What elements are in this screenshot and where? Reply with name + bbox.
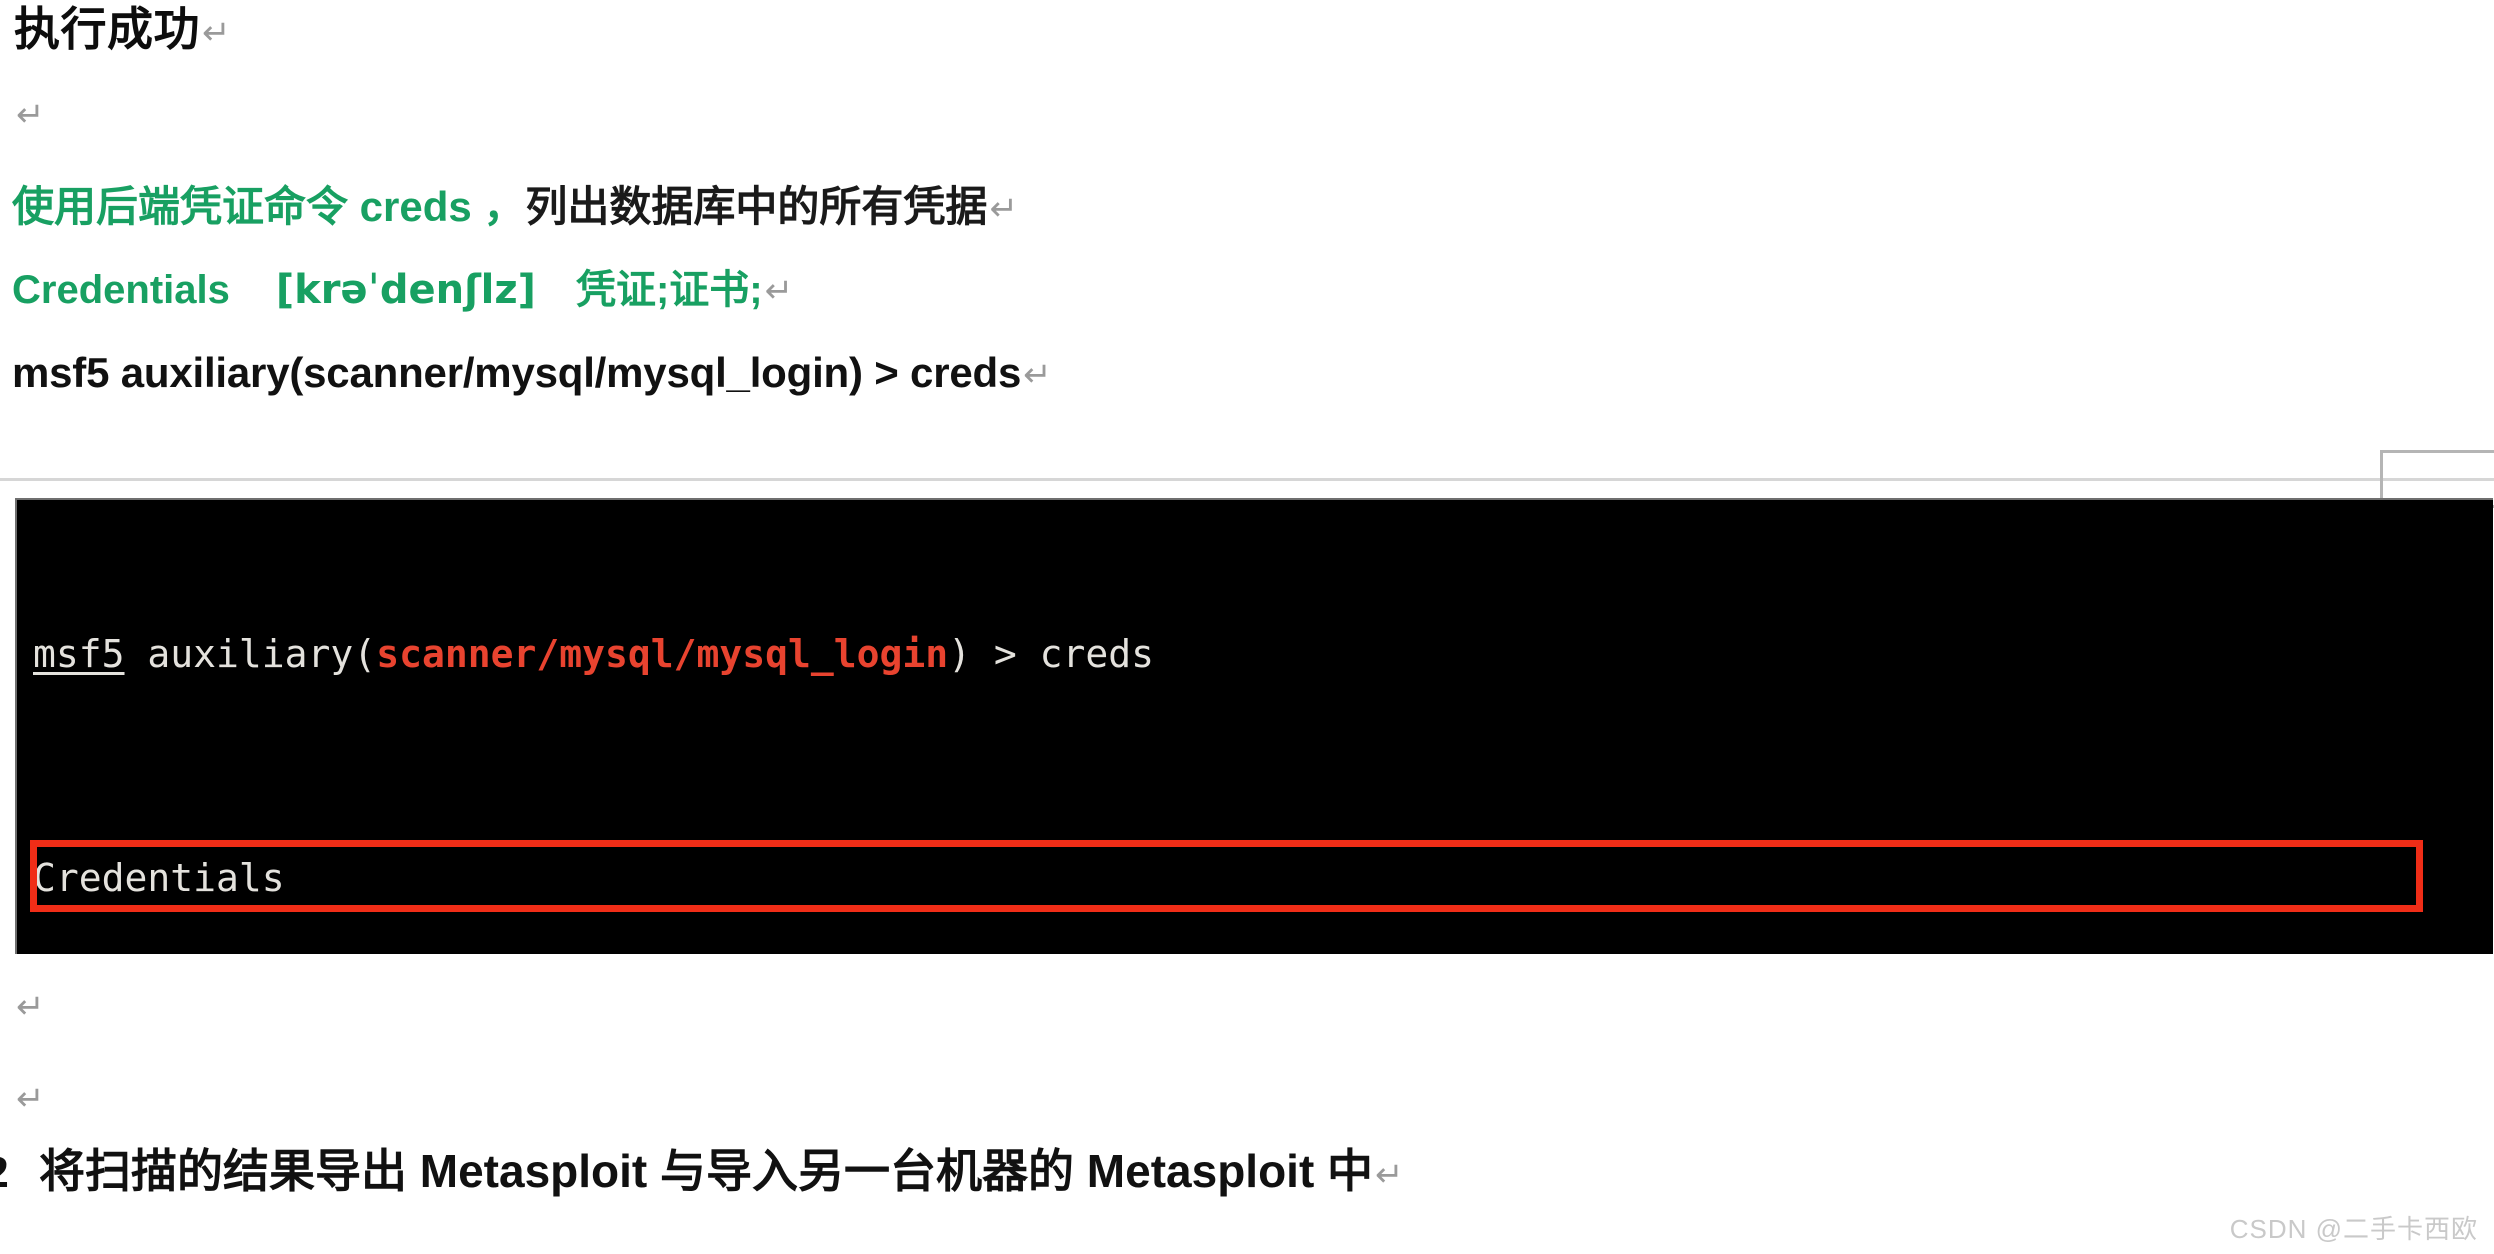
- green-instruction-green-part: 使用后端凭证命令 creds ，: [12, 183, 526, 230]
- document-prompt-text: msf5 auxiliary(scanner/mysql/mysql_login…: [12, 349, 1022, 396]
- vocab-word: Credentials: [12, 268, 230, 312]
- document-prompt-line: msf5 auxiliary(scanner/mysql/mysql_login…: [12, 349, 1052, 396]
- paragraph-mark-icon: ↵: [16, 95, 45, 135]
- blank-line-2: ↵: [14, 990, 45, 1024]
- csdn-watermark: CSDN @二手卡西欧: [2229, 1214, 2478, 1244]
- paragraph-mark-icon: ↵: [1023, 355, 1052, 395]
- blank-line-1: ↵: [14, 98, 45, 132]
- paragraph-mark-icon: ↵: [1375, 1155, 1404, 1195]
- terminal-window: msf5 auxiliary(scanner/mysql/mysql_login…: [15, 498, 2493, 954]
- horizontal-rule: [0, 478, 2494, 481]
- vocab-phonetic: [krəˈdenʃlz]: [275, 267, 536, 313]
- green-instruction-black-part: 列出数据库中的所有凭据: [525, 183, 988, 230]
- blank-line-3: ↵: [14, 1082, 45, 1116]
- terminal-prompt-after-module: ) >: [948, 632, 1040, 676]
- terminal-prompt-command: creds: [1039, 632, 1155, 676]
- paragraph-mark-icon: ↵: [16, 987, 45, 1027]
- terminal-prompt-module: scanner/mysql/mysql_login: [376, 632, 949, 676]
- bottom-heading-text: 将扫描的结果导出 Metasploit 与导入另一台机器的 Metasploit…: [39, 1145, 1374, 1197]
- vocab-meaning: 凭证;证书;: [575, 268, 763, 312]
- terminal-prompt-before-module: auxiliary(: [124, 632, 377, 676]
- terminal-prompt-user: msf5: [33, 632, 125, 676]
- terminal-title: Credentials: [33, 856, 285, 900]
- heading-success: 执行成功↵: [14, 6, 231, 52]
- paragraph-mark-icon: ↵: [764, 271, 794, 311]
- bottom-heading: 2 将扫描的结果导出 Metasploit 与导入另一台机器的 Metasploi…: [0, 1148, 1404, 1195]
- paragraph-mark-icon: ↵: [16, 1079, 45, 1119]
- terminal-prompt-line: msf5 auxiliary(scanner/mysql/mysql_login…: [33, 626, 2493, 682]
- vocab-line: Credentials [krəˈdenʃlz] 凭证;证书;↵: [12, 270, 793, 310]
- paragraph-mark-icon: ↵: [202, 13, 231, 53]
- green-instruction-line: 使用后端凭证命令 creds ，列出数据库中的所有凭据↵: [12, 186, 1018, 228]
- bottom-heading-number: 2: [0, 1146, 9, 1197]
- heading-success-text: 执行成功: [14, 3, 200, 55]
- document-page: 执行成功↵ ↵ 使用后端凭证命令 creds ，列出数据库中的所有凭据↵ Cre…: [0, 0, 2494, 1254]
- paragraph-mark-icon: ↵: [989, 189, 1018, 229]
